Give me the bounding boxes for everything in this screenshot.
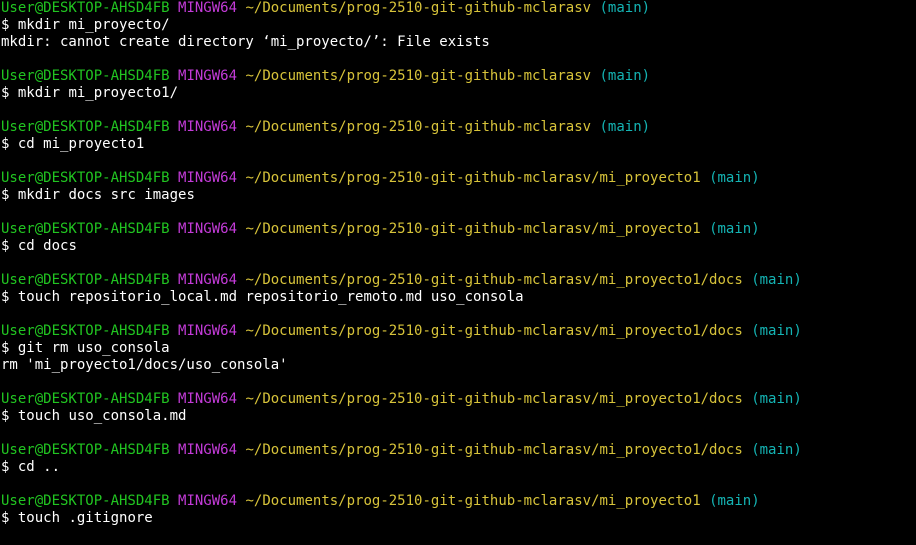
prompt-path: ~/Documents/prog-2510-git-github-mclaras… bbox=[245, 493, 701, 509]
prompt-symbol: $ bbox=[1, 340, 10, 356]
prompt-path: ~/Documents/prog-2510-git-github-mclaras… bbox=[245, 272, 743, 288]
command-line: $ cd mi_proyecto1 bbox=[1, 136, 916, 153]
prompt-header: User@DESKTOP-AHSD4FB MINGW64 ~/Documents… bbox=[1, 272, 916, 289]
prompt-path: ~/Documents/prog-2510-git-github-mclaras… bbox=[245, 119, 592, 135]
prompt-branch: (main) bbox=[751, 272, 802, 288]
prompt-path: ~/Documents/prog-2510-git-github-mclaras… bbox=[245, 391, 743, 407]
command-text: cd .. bbox=[17, 459, 61, 475]
prompt-system: MINGW64 bbox=[178, 119, 238, 135]
command-text: mkdir mi_proyecto1/ bbox=[17, 85, 179, 101]
command-text: cd docs bbox=[17, 238, 77, 254]
prompt-branch: (main) bbox=[599, 0, 651, 16]
prompt-system: MINGW64 bbox=[178, 221, 238, 237]
prompt-user: User@DESKTOP-AHSD4FB bbox=[1, 119, 170, 135]
prompt-symbol: $ bbox=[1, 187, 10, 203]
prompt-path: ~/Documents/prog-2510-git-github-mclaras… bbox=[245, 323, 743, 339]
command-line: $ mkdir mi_proyecto/ bbox=[1, 17, 916, 34]
prompt-branch: (main) bbox=[751, 442, 802, 458]
prompt-header: User@DESKTOP-AHSD4FB MINGW64 ~/Documents… bbox=[1, 391, 916, 408]
prompt-branch: (main) bbox=[751, 391, 802, 407]
command-line: $ mkdir docs src images bbox=[1, 187, 916, 204]
command-text: touch repositorio_local.md repositorio_r… bbox=[17, 289, 524, 305]
prompt-user: User@DESKTOP-AHSD4FB bbox=[1, 0, 170, 16]
command-output: rm 'mi_proyecto1/docs/uso_consola' bbox=[1, 357, 288, 373]
terminal-window[interactable]: User@DESKTOP-AHSD4FB MINGW64 ~/Documents… bbox=[0, 0, 916, 545]
prompt-symbol: $ bbox=[1, 136, 10, 152]
command-text: touch .gitignore bbox=[17, 510, 153, 526]
prompt-branch: (main) bbox=[709, 493, 760, 509]
prompt-header: User@DESKTOP-AHSD4FB MINGW64 ~/Documents… bbox=[1, 119, 916, 136]
prompt-symbol: $ bbox=[1, 510, 10, 526]
prompt-path: ~/Documents/prog-2510-git-github-mclaras… bbox=[245, 170, 701, 186]
prompt-header: User@DESKTOP-AHSD4FB MINGW64 ~/Documents… bbox=[1, 442, 916, 459]
prompt-symbol: $ bbox=[1, 238, 10, 254]
prompt-path: ~/Documents/prog-2510-git-github-mclaras… bbox=[245, 221, 701, 237]
prompt-branch: (main) bbox=[709, 170, 760, 186]
prompt-system: MINGW64 bbox=[178, 0, 238, 16]
command-line: $ cd .. bbox=[1, 459, 916, 476]
prompt-system: MINGW64 bbox=[178, 442, 238, 458]
command-output: mkdir: cannot create directory ‘mi_proye… bbox=[1, 34, 490, 50]
prompt-symbol: $ bbox=[1, 408, 10, 424]
prompt-path: ~/Documents/prog-2510-git-github-mclaras… bbox=[245, 68, 592, 84]
prompt-header: User@DESKTOP-AHSD4FB MINGW64 ~/Documents… bbox=[1, 221, 916, 238]
prompt-symbol: $ bbox=[1, 85, 10, 101]
command-text: mkdir mi_proyecto/ bbox=[17, 17, 170, 33]
prompt-user: User@DESKTOP-AHSD4FB bbox=[1, 442, 170, 458]
prompt-system: MINGW64 bbox=[178, 68, 238, 84]
prompt-branch: (main) bbox=[709, 221, 760, 237]
prompt-user: User@DESKTOP-AHSD4FB bbox=[1, 391, 170, 407]
prompt-user: User@DESKTOP-AHSD4FB bbox=[1, 493, 170, 509]
prompt-symbol: $ bbox=[1, 459, 10, 475]
prompt-symbol: $ bbox=[1, 289, 10, 305]
command-line: $ cd docs bbox=[1, 238, 916, 255]
command-text: touch uso_consola.md bbox=[17, 408, 187, 424]
prompt-system: MINGW64 bbox=[178, 272, 238, 288]
prompt-system: MINGW64 bbox=[178, 170, 238, 186]
command-text: mkdir docs src images bbox=[17, 187, 195, 203]
command-line: $ mkdir mi_proyecto1/ bbox=[1, 85, 916, 102]
prompt-system: MINGW64 bbox=[178, 493, 238, 509]
prompt-user: User@DESKTOP-AHSD4FB bbox=[1, 68, 170, 84]
prompt-symbol: $ bbox=[1, 17, 10, 33]
prompt-user: User@DESKTOP-AHSD4FB bbox=[1, 272, 170, 288]
prompt-path: ~/Documents/prog-2510-git-github-mclaras… bbox=[245, 442, 743, 458]
prompt-branch: (main) bbox=[599, 68, 651, 84]
prompt-header: User@DESKTOP-AHSD4FB MINGW64 ~/Documents… bbox=[1, 323, 916, 340]
prompt-system: MINGW64 bbox=[178, 391, 238, 407]
prompt-system: MINGW64 bbox=[178, 323, 238, 339]
prompt-user: User@DESKTOP-AHSD4FB bbox=[1, 170, 170, 186]
prompt-header: User@DESKTOP-AHSD4FB MINGW64 ~/Documents… bbox=[1, 170, 916, 187]
command-text: cd mi_proyecto1 bbox=[17, 136, 145, 152]
prompt-header: User@DESKTOP-AHSD4FB MINGW64 ~/Documents… bbox=[1, 68, 916, 85]
prompt-branch: (main) bbox=[599, 119, 651, 135]
prompt-branch: (main) bbox=[751, 323, 802, 339]
command-line: $ touch repositorio_local.md repositorio… bbox=[1, 289, 916, 306]
command-text: git rm uso_consola bbox=[17, 340, 170, 356]
command-line: $ touch .gitignore bbox=[1, 510, 916, 527]
prompt-user: User@DESKTOP-AHSD4FB bbox=[1, 323, 170, 339]
prompt-header: User@DESKTOP-AHSD4FB MINGW64 ~/Documents… bbox=[1, 0, 916, 17]
prompt-header: User@DESKTOP-AHSD4FB MINGW64 ~/Documents… bbox=[1, 493, 916, 510]
command-line: $ git rm uso_consola bbox=[1, 340, 916, 357]
prompt-user: User@DESKTOP-AHSD4FB bbox=[1, 221, 170, 237]
prompt-path: ~/Documents/prog-2510-git-github-mclaras… bbox=[245, 0, 592, 16]
command-line: $ touch uso_consola.md bbox=[1, 408, 916, 425]
